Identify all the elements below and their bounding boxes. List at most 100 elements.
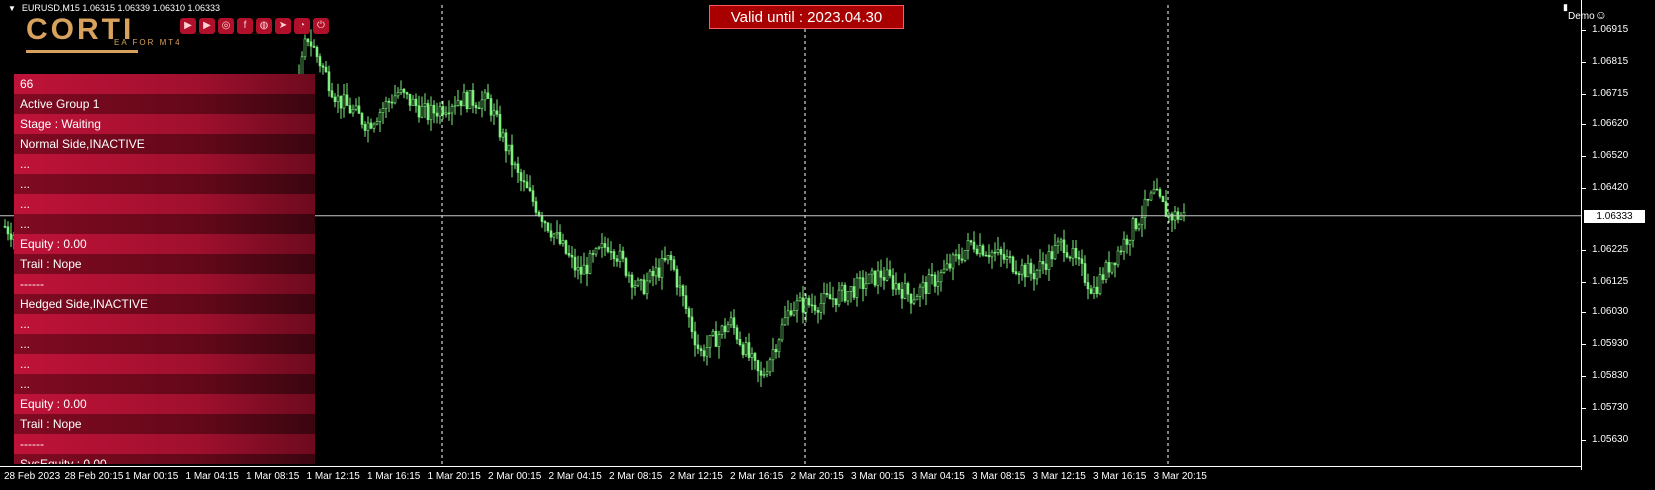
candle-body: [531, 190, 535, 202]
candle-body: [717, 334, 721, 347]
candle-body: [1152, 188, 1156, 194]
candle-body: [687, 308, 691, 318]
candle-body: [492, 110, 496, 116]
candle-body: [930, 274, 934, 276]
candle-body: [621, 250, 625, 259]
candle-body: [966, 240, 970, 251]
candle-body: [627, 274, 631, 277]
candle-body: [579, 266, 583, 275]
candle-body: [858, 277, 862, 280]
candle-body: [783, 317, 787, 326]
candle-body: [1086, 282, 1090, 290]
candle-body: [1140, 217, 1144, 226]
candle-body: [378, 112, 382, 122]
candle-body: [318, 56, 322, 67]
price-tick: [1581, 187, 1586, 189]
time-label: 1 Mar 08:15: [246, 471, 300, 482]
candle-body: [432, 104, 436, 114]
candle-body: [630, 274, 634, 288]
time-label: 2 Mar 00:15: [488, 471, 542, 482]
time-label: 3 Mar 12:15: [1032, 471, 1086, 482]
candle-body: [729, 317, 733, 326]
candle-body: [900, 289, 904, 299]
candle-body: [417, 105, 421, 118]
candle-body: [891, 275, 895, 290]
candle-body: [678, 285, 682, 288]
candle-body: [519, 172, 523, 182]
candle-body: [615, 258, 619, 262]
triangle-down-icon[interactable]: ▼: [8, 4, 16, 13]
candle-body: [342, 94, 346, 109]
globe-icon[interactable]: ◍: [256, 18, 272, 34]
candle-body: [702, 350, 706, 357]
candle-body: [624, 258, 628, 276]
candle-body: [348, 105, 352, 114]
power-icon[interactable]: ⏻: [313, 18, 329, 34]
candle-body: [567, 253, 571, 256]
candle-body: [333, 96, 337, 103]
candle-body: [582, 264, 586, 275]
candle-body: [777, 339, 781, 353]
candle-body: [429, 104, 433, 121]
candle-body: [852, 286, 856, 298]
price-label: 1.06520: [1592, 150, 1629, 162]
candle-body: [708, 335, 712, 348]
panel-row: Equity : 0.00: [14, 234, 315, 254]
price-tick: [1581, 93, 1586, 95]
candle-body: [867, 273, 871, 285]
time-label: 1 Mar 00:15: [125, 471, 179, 482]
price-tick: [1581, 344, 1586, 346]
time-label: 1 Mar 04:15: [185, 471, 239, 482]
candle-body: [618, 250, 622, 262]
candle-body: [522, 180, 526, 183]
panel-row: ...: [14, 214, 315, 234]
candle-body: [897, 283, 901, 290]
youtube-icon[interactable]: ▶: [199, 18, 215, 34]
candle-body: [1056, 241, 1060, 246]
candle-body: [801, 297, 805, 313]
candle-body: [723, 325, 727, 333]
candle-body: [312, 45, 316, 48]
panel-row: 66: [14, 74, 315, 94]
candle-body: [537, 212, 541, 216]
candle-body: [690, 316, 694, 333]
candle-body: [795, 300, 799, 311]
candle-body: [837, 289, 841, 306]
candle-body: [1095, 286, 1099, 294]
candle-body: [402, 88, 406, 93]
price-tick: [1581, 156, 1586, 158]
candle-body: [789, 310, 793, 316]
candle-body: [741, 344, 745, 356]
candle-body: [681, 285, 685, 296]
price-tick: [1581, 408, 1586, 410]
candle-body: [330, 90, 334, 98]
panel-row: ------: [14, 274, 315, 294]
candle-body: [552, 233, 556, 238]
time-label: 2 Mar 12:15: [669, 471, 723, 482]
youtube-icon[interactable]: ▶: [180, 18, 196, 34]
facebook-icon[interactable]: f: [237, 18, 253, 34]
candle-body: [921, 282, 925, 288]
candle-body: [339, 95, 343, 109]
candle-body: [882, 277, 886, 281]
candle-body: [1113, 262, 1117, 266]
candle-body: [726, 324, 730, 333]
candle-body: [843, 284, 847, 302]
telegram-icon[interactable]: ➤: [275, 18, 291, 34]
instagram-icon[interactable]: ◎: [218, 18, 234, 34]
chart-icon[interactable]: ◔: [294, 18, 310, 34]
candle-body: [1155, 188, 1159, 191]
candle-body: [672, 259, 676, 270]
candle-body: [1080, 258, 1084, 264]
time-label: 1 Mar 12:15: [306, 471, 360, 482]
candle-body: [768, 359, 772, 373]
candle-body: [660, 258, 664, 278]
candle-body: [804, 297, 808, 313]
candle-body: [441, 106, 445, 115]
candle-body: [1011, 256, 1015, 272]
candle-body: [306, 38, 310, 43]
candle-body: [360, 113, 364, 125]
candle-body: [792, 310, 796, 316]
candle-body: [1071, 248, 1075, 259]
candle-body: [336, 95, 340, 103]
